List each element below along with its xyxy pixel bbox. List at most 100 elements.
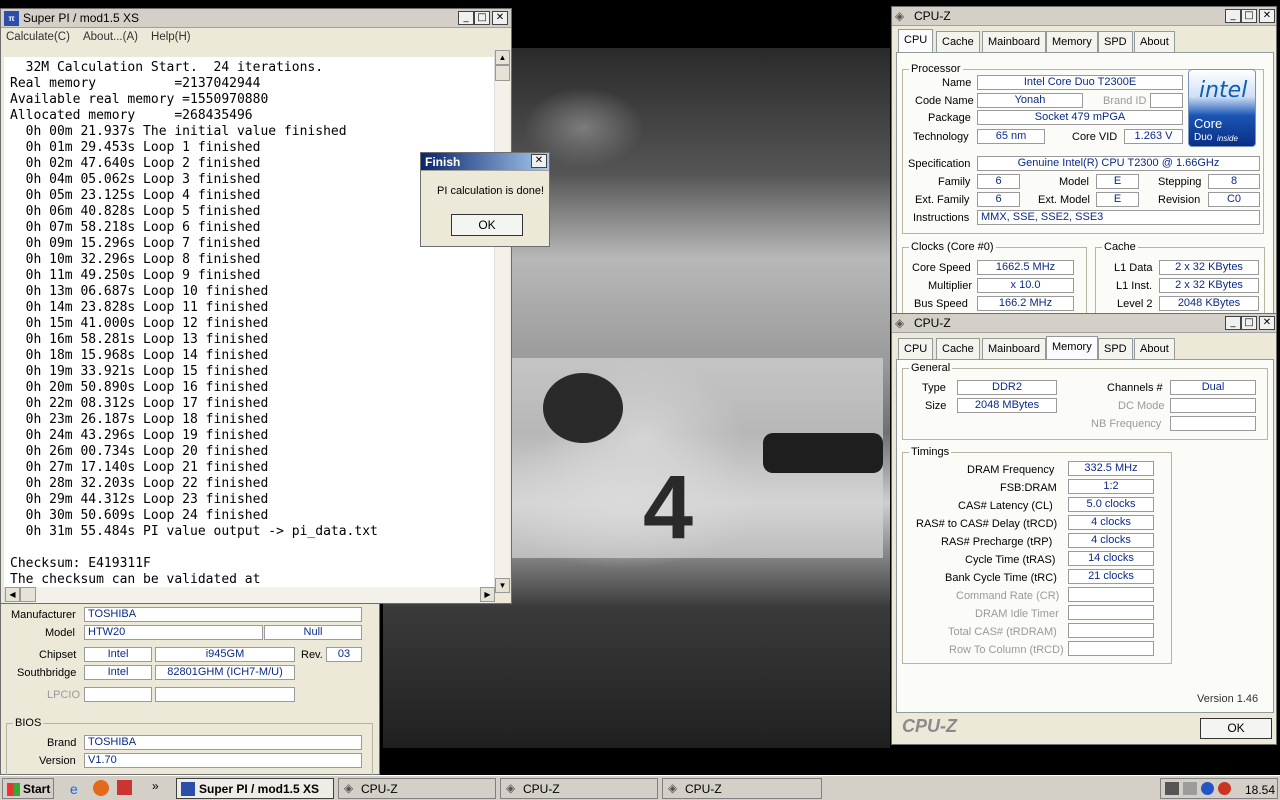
cpuz-memory-window[interactable]: ◈ CPU-Z _ □ ✕ CPU Cache Mainboard Memory… bbox=[891, 313, 1277, 745]
tab-mainboard[interactable]: Mainboard bbox=[982, 338, 1046, 359]
cpuz-ok-button[interactable]: OK bbox=[1200, 718, 1272, 739]
manufacturer-value: TOSHIBA bbox=[84, 607, 362, 622]
finish-dialog[interactable]: Finish ✕ PI calculation is done! OK bbox=[420, 152, 550, 247]
console-line: 0h 16m 58.281s Loop 13 finished bbox=[10, 332, 269, 347]
cpuz-cpu-close-button[interactable]: ✕ bbox=[1259, 9, 1275, 23]
network-tray-icon[interactable] bbox=[1183, 782, 1197, 795]
cr-value bbox=[1068, 587, 1154, 602]
southbridge-label: Southbridge bbox=[17, 667, 77, 679]
cpuz-cpu-minimize-button[interactable]: _ bbox=[1225, 9, 1241, 23]
cpuz-mem-title: CPU-Z bbox=[914, 316, 951, 330]
timings-group-title: Timings bbox=[909, 446, 952, 458]
cpuz-mem-app-icon: ◈ bbox=[895, 316, 905, 330]
console-line: 0h 23m 26.187s Loop 18 finished bbox=[10, 412, 269, 427]
menu-help[interactable]: Help(H) bbox=[146, 29, 196, 43]
tab-cache[interactable]: Cache bbox=[936, 338, 980, 359]
system-tray: 18.54 bbox=[1160, 778, 1278, 799]
printer-tray-icon[interactable] bbox=[1165, 782, 1179, 795]
menu-calculate[interactable]: Calculate(C) bbox=[1, 29, 75, 43]
finish-close-button[interactable]: ✕ bbox=[531, 154, 547, 168]
rtc-value bbox=[1068, 641, 1154, 656]
horizontal-scrollbar[interactable]: ◀ ▶ bbox=[4, 587, 495, 603]
security-tray-icon[interactable] bbox=[1218, 782, 1231, 795]
scroll-hthumb[interactable] bbox=[20, 587, 36, 602]
minimize-button[interactable]: _ bbox=[458, 11, 474, 25]
console-line: Allocated memory =268435496 bbox=[10, 108, 253, 123]
menu-about[interactable]: About...(A) bbox=[78, 29, 143, 43]
ie-icon[interactable]: e bbox=[70, 781, 78, 797]
superpi-window[interactable]: π Super PI / mod1.5 XS _ □ ✕ Calculate(C… bbox=[0, 8, 512, 604]
model-value: HTW20 bbox=[84, 625, 263, 640]
app-quicklaunch-icon[interactable] bbox=[117, 780, 132, 795]
task-cpuz-1[interactable]: ◈ CPU-Z bbox=[338, 778, 496, 799]
scroll-right-arrow-icon[interactable]: ▶ bbox=[480, 587, 495, 602]
console-line: 0h 27m 17.140s Loop 21 finished bbox=[10, 460, 269, 475]
console-line: 0h 20m 50.890s Loop 16 finished bbox=[10, 380, 269, 395]
logo-duo-text: Duo bbox=[1194, 132, 1213, 143]
l1d-value: 2 x 32 KBytes bbox=[1159, 260, 1259, 275]
vertical-scrollbar[interactable]: ▲ ▼ bbox=[494, 50, 510, 593]
console-output[interactable]: 32M Calculation Start. 24 iterations. Rea… bbox=[4, 57, 494, 595]
scroll-thumb[interactable] bbox=[495, 65, 510, 81]
cpuz-task-icon: ◈ bbox=[344, 781, 354, 795]
channels-value: Dual bbox=[1170, 380, 1256, 395]
tab-cpu[interactable]: CPU bbox=[898, 338, 934, 359]
cpuz-mainboard-window[interactable]: Manufacturer TOSHIBA Model HTW20 Null Ch… bbox=[0, 598, 380, 775]
cpu-name-label: Name bbox=[942, 77, 972, 89]
console-line: 0h 14m 23.828s Loop 11 finished bbox=[10, 300, 269, 315]
trc-value: 21 clocks bbox=[1068, 569, 1154, 584]
cpuz-cpu-maximize-button[interactable]: □ bbox=[1241, 9, 1257, 23]
instructions-label: Instructions bbox=[913, 212, 970, 224]
tab-cache[interactable]: Cache bbox=[936, 31, 980, 52]
cpuz-mem-minimize-button[interactable]: _ bbox=[1225, 316, 1241, 330]
maximize-button[interactable]: □ bbox=[474, 11, 490, 25]
cpuz-cpu-window[interactable]: ◈ CPU-Z _ □ ✕ CPU Cache Mainboard Memory… bbox=[891, 6, 1277, 316]
logo-intel-text: intel bbox=[1199, 78, 1248, 103]
close-button[interactable]: ✕ bbox=[492, 11, 508, 25]
l1i-value: 2 x 32 KBytes bbox=[1159, 278, 1259, 293]
lpcio-label: LPCIO bbox=[47, 689, 81, 701]
superpi-titlebar[interactable]: π Super PI / mod1.5 XS _ □ ✕ bbox=[1, 9, 511, 28]
tab-spd[interactable]: SPD bbox=[1098, 31, 1133, 52]
instructions-value: MMX, SSE, SSE2, SSE3 bbox=[977, 210, 1260, 225]
cpuz-mem-close-button[interactable]: ✕ bbox=[1259, 316, 1275, 330]
finish-ok-button[interactable]: OK bbox=[451, 214, 523, 236]
multiplier-value: x 10.0 bbox=[977, 278, 1074, 293]
scroll-up-arrow-icon[interactable]: ▲ bbox=[495, 50, 510, 65]
task-cpuz-3[interactable]: ◈ CPU-Z bbox=[662, 778, 822, 799]
task-cpuz-3-label: CPU-Z bbox=[685, 782, 722, 796]
cpuz-cpu-title: CPU-Z bbox=[914, 9, 951, 23]
task-cpuz-2[interactable]: ◈ CPU-Z bbox=[500, 778, 658, 799]
chevron-right-icon[interactable]: » bbox=[152, 779, 159, 793]
task-superpi[interactable]: Super PI / mod1.5 XS bbox=[176, 778, 334, 799]
start-button[interactable]: Start bbox=[2, 778, 54, 799]
cpuz-cpu-titlebar[interactable]: ◈ CPU-Z _ □ ✕ bbox=[892, 7, 1276, 26]
intel-core-duo-logo: intel Core Duo inside bbox=[1188, 69, 1256, 147]
model-extra-value: Null bbox=[264, 625, 362, 640]
cpuz-mem-titlebar[interactable]: ◈ CPU-Z _ □ ✕ bbox=[892, 314, 1276, 333]
tab-memory[interactable]: Memory bbox=[1046, 336, 1098, 359]
tab-about[interactable]: About bbox=[1134, 338, 1175, 359]
tras-value: 14 clocks bbox=[1068, 551, 1154, 566]
finish-titlebar[interactable]: Finish ✕ bbox=[421, 153, 549, 171]
busspeed-label: Bus Speed bbox=[914, 298, 968, 310]
dcmode-label: DC Mode bbox=[1118, 400, 1165, 412]
scroll-left-arrow-icon[interactable]: ◀ bbox=[5, 587, 20, 602]
firefox-icon[interactable] bbox=[93, 780, 109, 796]
info-tray-icon[interactable] bbox=[1201, 782, 1214, 795]
superpi-menubar: Calculate(C) About...(A) Help(H) bbox=[1, 29, 511, 47]
cpuz-brand-logo: CPU-Z bbox=[902, 716, 957, 736]
tab-about[interactable]: About bbox=[1134, 31, 1175, 52]
cpuz-mem-maximize-button[interactable]: □ bbox=[1241, 316, 1257, 330]
console-line: 0h 31m 55.484s PI value output -> pi_dat… bbox=[10, 524, 378, 539]
trcd-value: 4 clocks bbox=[1068, 515, 1154, 530]
console-line: 0h 22m 08.312s Loop 17 finished bbox=[10, 396, 269, 411]
tab-cpu[interactable]: CPU bbox=[898, 29, 934, 52]
tab-mainboard[interactable]: Mainboard bbox=[982, 31, 1046, 52]
scroll-down-arrow-icon[interactable]: ▼ bbox=[495, 578, 510, 593]
dram-freq-value: 332.5 MHz bbox=[1068, 461, 1154, 476]
taskbar: Start e » Super PI / mod1.5 XS ◈ CPU-Z ◈… bbox=[0, 775, 1280, 800]
tab-memory[interactable]: Memory bbox=[1046, 31, 1098, 52]
tab-spd[interactable]: SPD bbox=[1098, 338, 1133, 359]
